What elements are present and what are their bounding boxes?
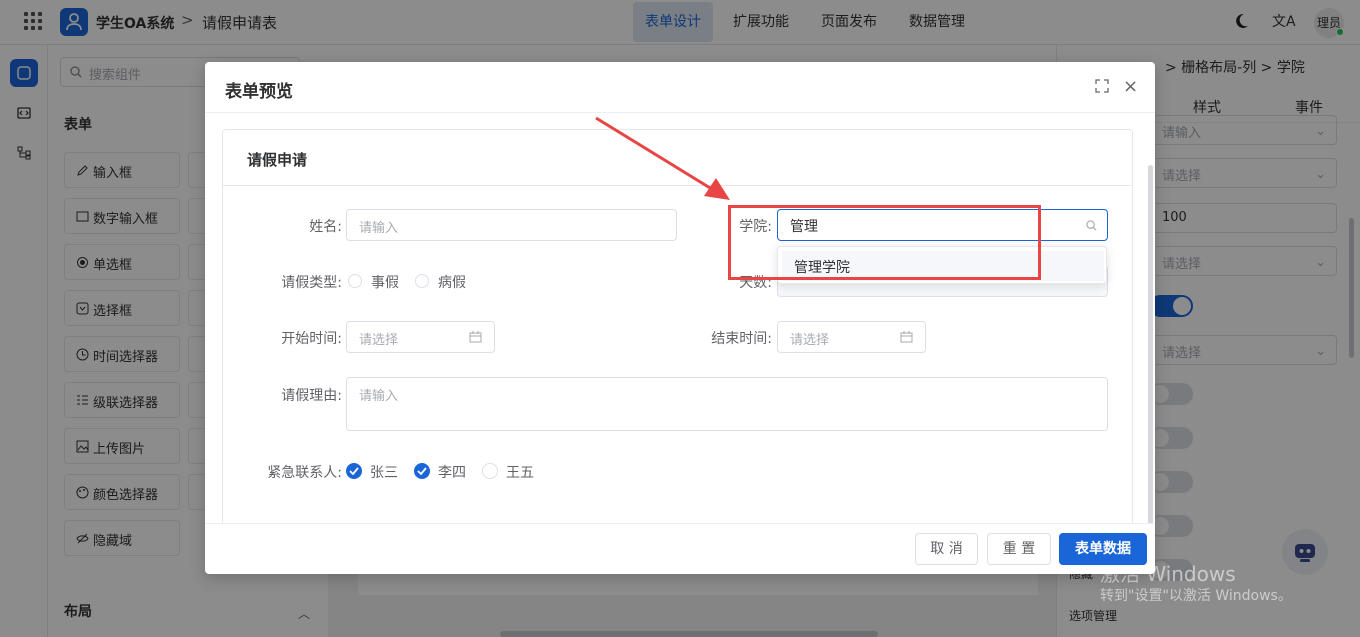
annotation-arrow-icon	[595, 116, 730, 200]
